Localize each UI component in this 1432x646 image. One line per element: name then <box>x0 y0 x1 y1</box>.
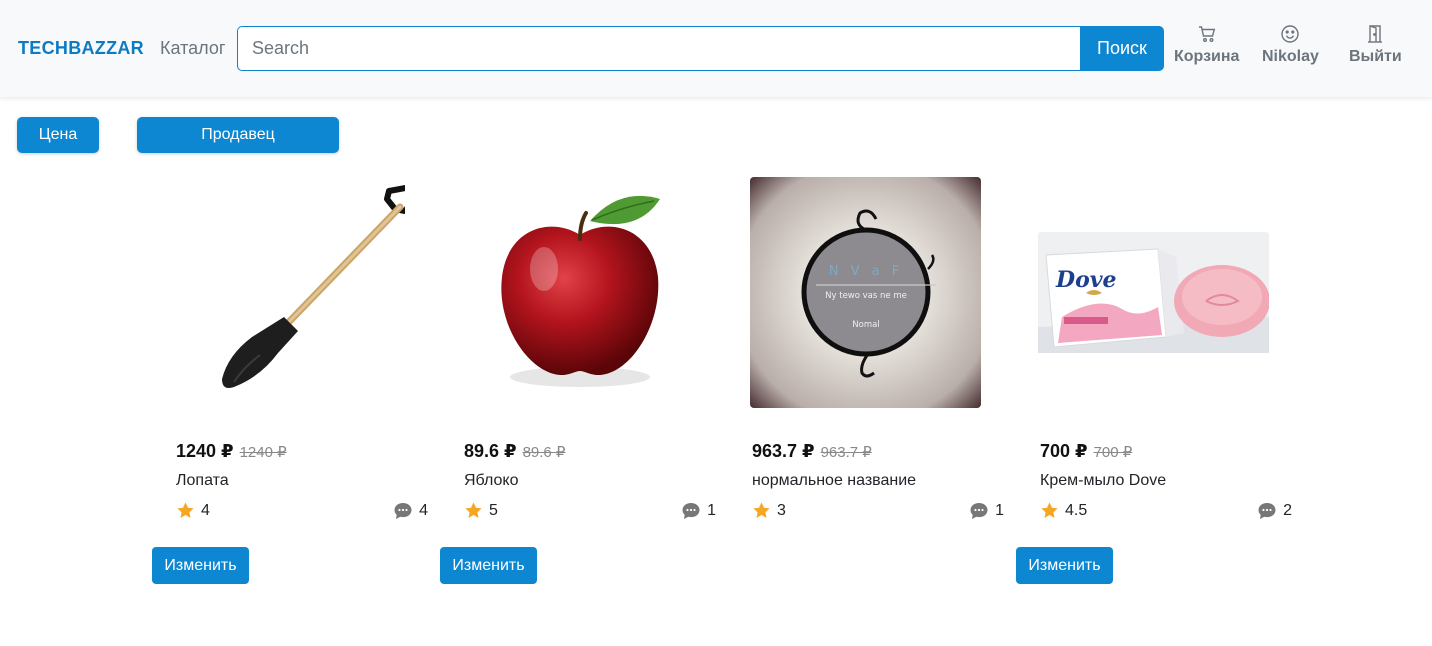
product-card: Dove 700 ₽ 700 ₽ Крем-мыло Dove 4.5 2 Изм… <box>1016 170 1292 590</box>
dove-logo-text: Dove <box>1055 267 1117 293</box>
old-price: 963.7 ₽ <box>820 444 872 461</box>
comment-icon <box>682 503 700 519</box>
door-icon <box>1368 25 1383 43</box>
smiley-icon <box>1281 25 1300 43</box>
edit-button[interactable]: Изменить <box>152 547 249 584</box>
user-link[interactable]: Nikolay <box>1262 24 1319 66</box>
cart-link[interactable]: Корзина <box>1174 24 1239 66</box>
comment-icon <box>1258 503 1276 519</box>
search-button[interactable]: Поиск <box>1080 26 1164 71</box>
product-rating: 5 <box>464 501 498 520</box>
old-price: 700 ₽ <box>1093 444 1133 461</box>
price-block: 700 ₽ 700 ₽ <box>1040 441 1132 462</box>
current-price: 1240 ₽ <box>176 441 234 461</box>
product-title[interactable]: Крем-мыло Dove <box>1040 472 1166 490</box>
comment-icon <box>970 503 988 519</box>
product-comments[interactable]: 4 <box>393 501 428 521</box>
product-card: N V a F Ny tewo vas ne me Nomal 963.7 ₽9… <box>728 170 1004 590</box>
product-image-drawing[interactable]: N V a F Ny tewo vas ne me Nomal <box>750 177 981 408</box>
search-input[interactable] <box>237 26 1080 71</box>
product-title[interactable]: Яблоко <box>464 472 519 490</box>
current-price: 700 ₽ <box>1040 441 1088 461</box>
comment-icon <box>394 503 412 519</box>
rating-value: 3 <box>777 501 786 519</box>
price-filter-button[interactable]: Цена <box>17 117 99 153</box>
edit-button[interactable]: Изменить <box>1016 547 1113 584</box>
product-image-soap[interactable]: Dove <box>1038 177 1269 408</box>
drawing-text-line1: N V a F <box>829 264 903 279</box>
product-rating: 4.5 <box>1040 501 1087 520</box>
apple-image <box>501 195 660 387</box>
product-card: 1240 ₽ 1240 ₽ Лопата 4 4 Изменить <box>152 170 428 590</box>
product-title[interactable]: Лопата <box>176 472 229 490</box>
brand-logo[interactable]: TECHBAZZAR <box>18 38 144 59</box>
product-rating: 3 <box>752 501 786 520</box>
product-rating: 4 <box>176 501 210 520</box>
comments-count: 4 <box>419 502 428 519</box>
logout-link[interactable]: Выйти <box>1349 24 1402 66</box>
edit-button[interactable]: Изменить <box>440 547 537 584</box>
price-block: 963.7 ₽ 963.7 ₽ <box>752 441 872 462</box>
star-icon <box>753 502 770 518</box>
drawing-text-line3: Nomal <box>852 320 879 330</box>
product-comments[interactable]: 1 <box>681 501 716 521</box>
user-label: Nikolay <box>1262 48 1319 65</box>
cart-icon <box>1198 26 1215 42</box>
product-comments[interactable]: 1 <box>969 501 1004 521</box>
product-card: 89.6 ₽ 89.6 ₽ Яблоко 5 1 Изменить <box>440 170 716 590</box>
product-comments[interactable]: 2 <box>1257 501 1292 521</box>
star-icon <box>177 502 194 518</box>
search-form: Поиск <box>237 26 1164 71</box>
rating-value: 4 <box>201 501 210 519</box>
comments-count: 2 <box>1283 502 1292 519</box>
current-price: 89.6 ₽ <box>464 441 517 461</box>
product-image-apple[interactable] <box>462 177 693 408</box>
price-block: 89.6 ₽ 89.6 ₽ <box>464 441 565 462</box>
old-price: 1240 ₽ <box>239 444 287 461</box>
cart-label: Корзина <box>1174 48 1240 65</box>
catalog-link[interactable]: Каталог <box>160 38 225 59</box>
price-block: 1240 ₽ 1240 ₽ <box>176 441 287 462</box>
rating-value: 5 <box>489 501 498 519</box>
star-icon <box>465 502 482 518</box>
seller-filter-button[interactable]: Продавец <box>137 117 339 153</box>
logout-label: Выйти <box>1349 48 1402 65</box>
navbar: TECHBAZZAR Каталог Поиск Корзина Nikolay… <box>0 0 1432 97</box>
shovel-image <box>222 185 405 388</box>
product-title[interactable]: нормальное название <box>752 472 916 490</box>
comments-count: 1 <box>995 502 1004 519</box>
current-price: 963.7 ₽ <box>752 441 815 461</box>
rating-value: 4.5 <box>1065 501 1088 519</box>
star-icon <box>1041 502 1058 518</box>
old-price: 89.6 ₽ <box>522 444 566 461</box>
soap-image: Dove <box>1038 232 1269 353</box>
comments-count: 1 <box>707 502 716 519</box>
product-image-shovel[interactable] <box>174 177 405 408</box>
drawing-text-line2: Ny tewo vas ne me <box>825 291 907 301</box>
drawing-image: N V a F Ny tewo vas ne me Nomal <box>750 177 981 408</box>
